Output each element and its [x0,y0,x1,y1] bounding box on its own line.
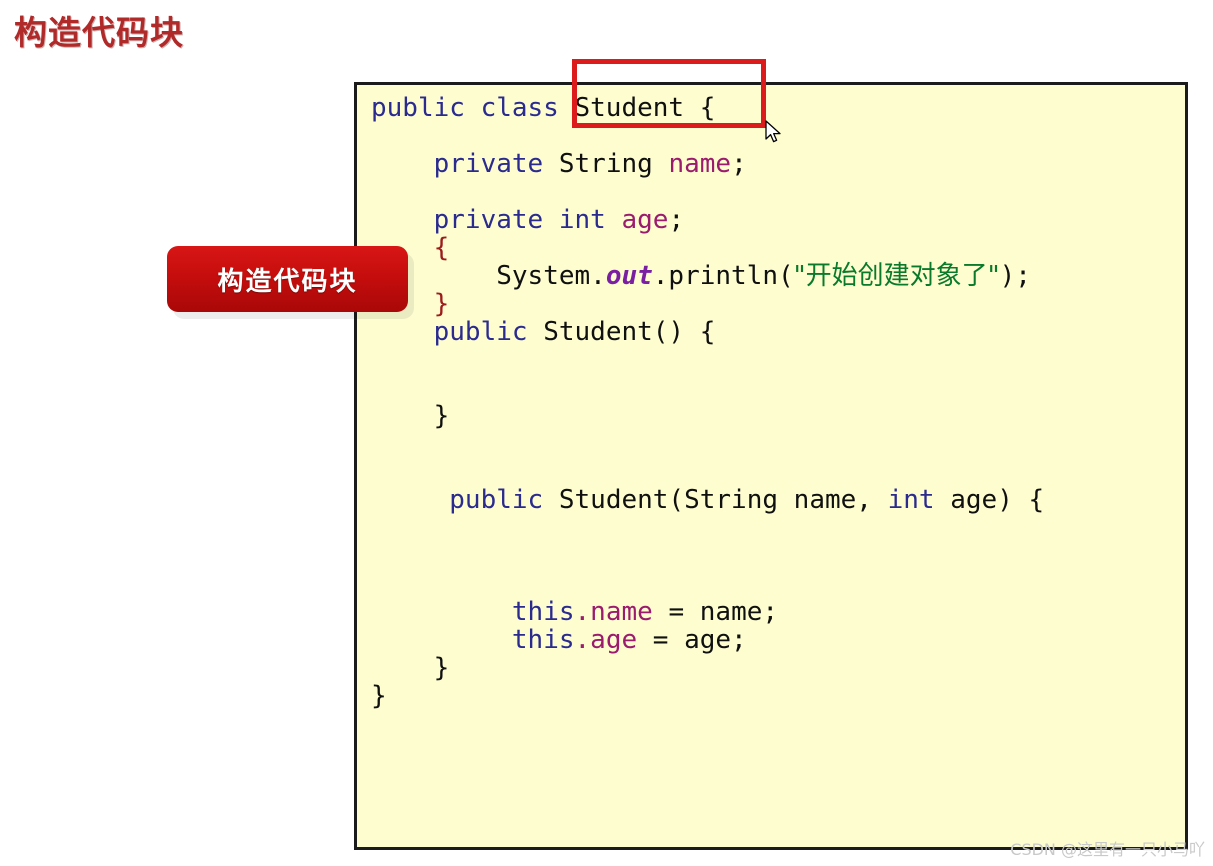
code-token-plain: } [433,401,450,431]
code-token-brace: { [433,233,450,263]
code-token-plain: } [433,653,450,683]
code-token-plain: Student() { [543,317,716,347]
code-token-kw: private int [433,205,622,235]
code-token-plain: Student(String [558,485,794,515]
code-token-field: age [621,205,669,235]
code-token-plain: Student { [574,93,716,123]
code-token-brace: } [433,289,450,319]
code-token-kw: public [433,485,559,515]
code-token-plain: System. [496,261,606,291]
code-token-kw: public [433,317,544,347]
callout-badge-label: 构造代码块 [217,266,358,297]
code-line: { [371,234,1185,262]
code-listing: public class Student { private String na… [371,94,1185,710]
watermark: CSDN @这里有一只小马吖 [1010,840,1205,859]
code-token-string: "开始创建对象了" [793,261,1000,291]
code-token-kw: this [496,625,575,655]
code-token-plain: age) { [950,485,1045,515]
code-line: } [371,682,1185,710]
code-token-kw: this [496,597,575,627]
code-token-plain: ; [731,149,747,179]
code-token-field: name [668,149,732,179]
code-token-field: .age [574,625,638,655]
code-token-kw: private [433,149,559,179]
code-line: this.age = age; [371,626,1185,654]
code-line: } [371,290,1185,318]
code-line: public Student(String name, int age) { [371,486,1185,514]
code-token-plain: = name; [652,597,779,627]
code-token-plain: = age; [637,625,747,655]
code-line: } [371,402,1185,430]
code-token-kw: public class [371,93,575,123]
code-token-static: out [605,261,653,291]
callout-badge[interactable]: 构造代码块 [167,246,408,312]
code-token-field: .name [574,597,653,627]
code-line: public Student() { [371,318,1185,346]
code-token-plain: , [856,485,888,515]
code-token-plain: ); [999,261,1031,291]
code-line: } [371,654,1185,682]
code-line: System.out.println("开始创建对象了"); [371,262,1185,290]
code-line: this.name = name; [371,598,1185,626]
page-title: 构造代码块 [14,14,184,51]
code-token-plain: String [558,149,669,179]
code-token-kw: int [887,485,951,515]
code-token-plain: } [371,681,387,711]
code-line: public class Student { [371,94,1185,122]
code-token-plain: .println( [652,261,794,291]
code-panel: public class Student { private String na… [354,82,1188,850]
code-token-plain: name [793,485,857,515]
code-line: private String name; [371,150,1185,178]
code-line: private int age; [371,206,1185,234]
code-token-plain: ; [668,205,685,235]
